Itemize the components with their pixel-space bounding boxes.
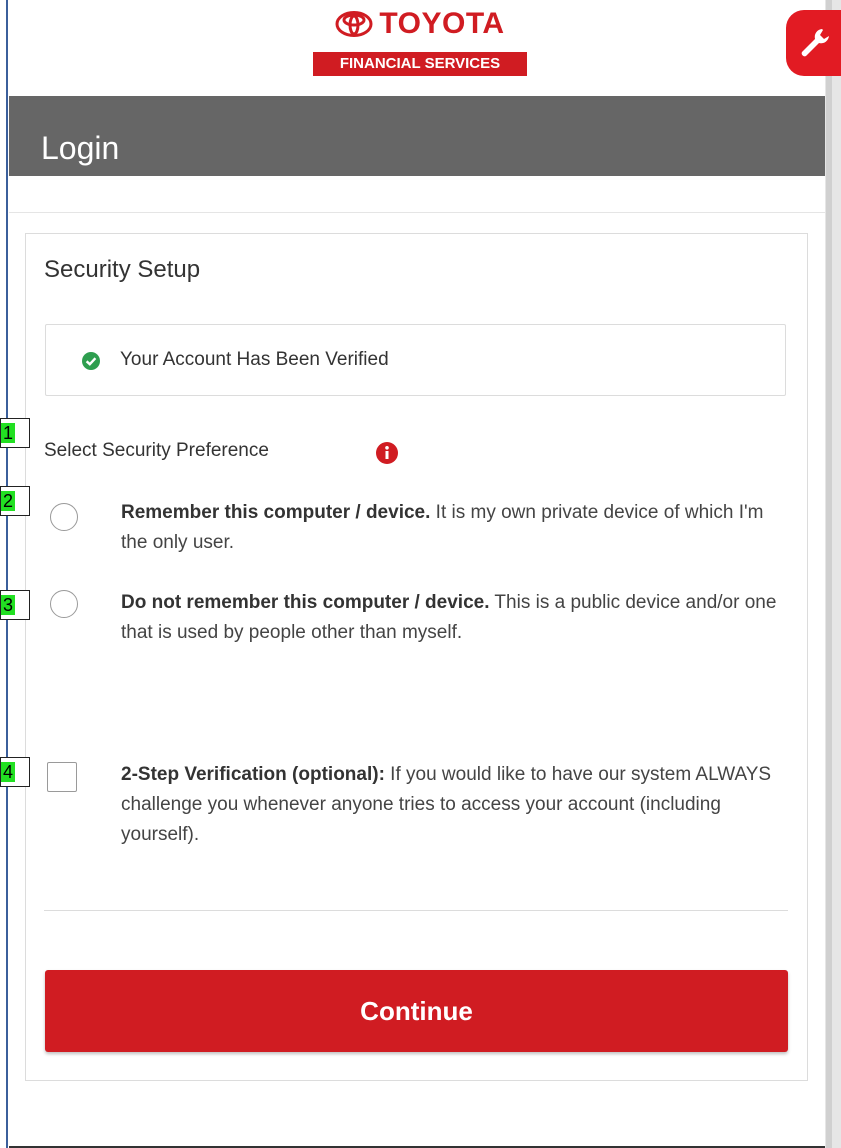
settings-tool-tab[interactable] [786,10,841,76]
left-window-border [0,0,8,1148]
do-not-remember-radio[interactable] [50,590,78,618]
check-circle-icon [82,352,100,370]
two-step-option[interactable]: 2-Step Verification (optional): If you w… [121,760,789,850]
marker-label: 4 [1,762,15,782]
security-preference-label: Select Security Preference [44,440,269,461]
annotation-marker-2: 2 [0,486,30,516]
page-title: Login [41,130,120,166]
annotation-marker-1: 1 [0,418,30,448]
annotation-marker-3: 3 [0,590,30,620]
verified-alert: Your Account Has Been Verified [45,324,786,396]
page-header: Login [9,96,825,176]
do-not-remember-option[interactable]: Do not remember this computer / device. … [121,588,789,648]
remember-device-option[interactable]: Remember this computer / device. It is m… [121,498,789,558]
marker-label: 3 [1,595,15,615]
two-step-bold: 2-Step Verification (optional): [121,764,385,785]
marker-label: 1 [1,423,15,443]
form-divider [44,910,788,911]
right-scrollbar-thumb[interactable] [826,0,832,1148]
remember-device-radio[interactable] [50,503,78,531]
card-title: Security Setup [44,256,201,283]
toyota-emblem-icon [335,11,373,37]
marker-label: 2 [1,491,15,511]
verified-message: Your Account Has Been Verified [120,349,389,370]
remember-device-bold: Remember this computer / device. [121,502,431,523]
do-not-remember-bold: Do not remember this computer / device. [121,592,490,613]
two-step-checkbox[interactable] [47,762,77,792]
continue-button[interactable]: Continue [45,970,788,1052]
header-separator [9,212,825,213]
annotation-marker-4: 4 [0,757,30,787]
brand-subtitle: FINANCIAL SERVICES [313,52,527,76]
brand-name: TOYOTA [379,7,505,40]
toyota-financial-logo: TOYOTA FINANCIAL SERVICES [305,2,535,86]
info-icon[interactable] [376,442,398,464]
wrench-icon [801,29,829,57]
